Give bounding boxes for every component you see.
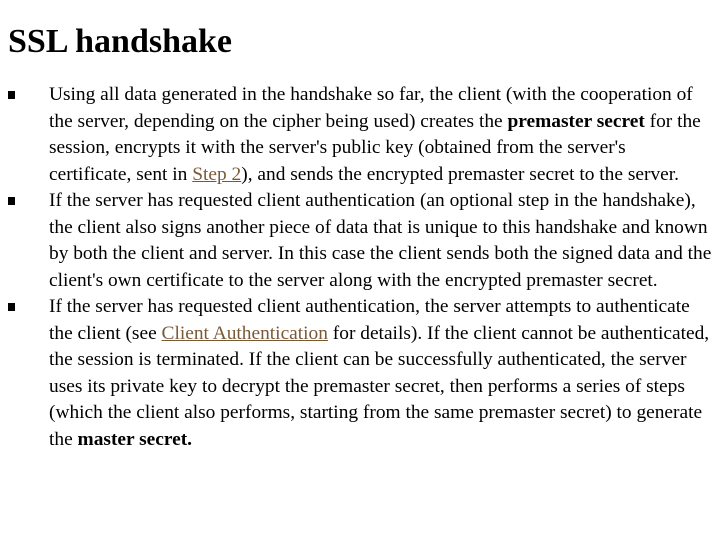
square-bullet-icon bbox=[8, 91, 15, 99]
bullet-list: Using all data generated in the handshak… bbox=[0, 82, 712, 453]
client-authentication-link[interactable]: Client Authentication bbox=[162, 323, 328, 344]
square-bullet-icon bbox=[8, 197, 15, 205]
square-bullet-icon bbox=[8, 303, 15, 311]
list-item: Using all data generated in the handshak… bbox=[0, 82, 712, 188]
list-item: If the server has requested client authe… bbox=[0, 188, 712, 294]
bullet-text: ), and sends the encrypted premaster sec… bbox=[241, 163, 679, 185]
bullet-text: If the server has requested client authe… bbox=[49, 190, 712, 291]
bold-term-premaster-secret: premaster secret bbox=[507, 110, 645, 132]
step-2-link[interactable]: Step 2 bbox=[192, 164, 241, 185]
bold-term-master-secret: master secret. bbox=[77, 428, 193, 450]
slide-title: SSL handshake bbox=[8, 23, 232, 60]
list-item: If the server has requested client authe… bbox=[0, 294, 712, 453]
